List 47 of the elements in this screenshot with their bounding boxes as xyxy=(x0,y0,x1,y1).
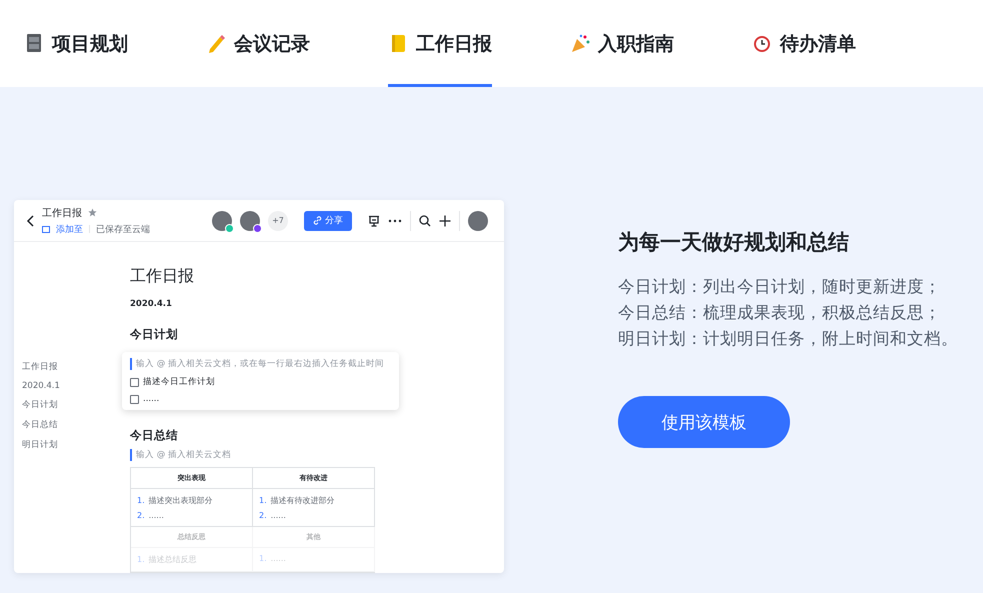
search-icon[interactable] xyxy=(419,214,431,226)
task-checkbox[interactable] xyxy=(130,378,139,386)
avatar[interactable] xyxy=(240,210,260,230)
template-tab[interactable]: 工作日报 xyxy=(388,0,492,87)
template-tab[interactable]: 项目规划 xyxy=(24,0,128,87)
list-item: 2. ...... xyxy=(259,511,286,520)
folder-icon xyxy=(42,226,50,232)
input-field[interactable]: 输入 @ 插入相关云文档 xyxy=(130,449,390,461)
presentation-icon[interactable] xyxy=(368,214,380,226)
template-tab[interactable]: 入职指南 xyxy=(570,0,674,87)
party-icon xyxy=(570,33,590,54)
list-item: 2. ...... xyxy=(137,511,164,520)
list-item: 1. 描述突出表现部分 xyxy=(137,495,213,506)
feature-description: 今日计划：列出今日计划，随时更新进度； xyxy=(618,276,942,298)
task-text: 描述今日工作计划 xyxy=(143,376,215,388)
template-tab[interactable]: 会议记录 xyxy=(206,0,310,87)
more-icon[interactable] xyxy=(388,218,402,222)
user-avatar[interactable] xyxy=(468,210,488,230)
avatar[interactable] xyxy=(212,210,232,230)
link-icon xyxy=(313,216,322,225)
cabinet-icon xyxy=(24,33,44,54)
star-icon[interactable] xyxy=(88,208,97,217)
template-tab[interactable]: 待办清单 xyxy=(752,0,856,87)
document-title: 工作日报 xyxy=(42,206,82,220)
more-collaborators-count[interactable]: +7 xyxy=(268,210,288,230)
share-button[interactable]: 分享 xyxy=(304,210,352,230)
feature-description: 今日总结：梳理成果表现，积极总结反思； xyxy=(618,302,942,324)
feature-title: 为每一天做好规划和总结 xyxy=(618,229,850,256)
clock-icon xyxy=(752,33,772,54)
feature-description: 明日计划：计划明日任务，附上时间和文档。 xyxy=(618,328,958,350)
document-heading: 工作日报 xyxy=(130,266,195,287)
use-template-button[interactable]: 使用该模板 xyxy=(618,396,790,448)
section-heading: 今日总结 xyxy=(130,428,179,443)
add-to-link[interactable]: 添加至 xyxy=(56,222,83,236)
back-icon[interactable] xyxy=(26,214,34,226)
task-checkbox[interactable] xyxy=(130,394,139,404)
plus-icon[interactable] xyxy=(439,214,451,226)
outline-item[interactable]: 今日总结 xyxy=(22,419,130,431)
save-status: 已保存至云端 xyxy=(96,224,150,236)
outline-item[interactable]: 明日计划 xyxy=(22,439,130,451)
task-text: ...... xyxy=(143,394,160,404)
list-item: 1. 描述有待改进部分 xyxy=(259,495,335,506)
document-date: 2020.4.1 xyxy=(130,299,173,309)
list-item: 1. ...... xyxy=(259,554,286,563)
pencil-icon xyxy=(206,33,226,54)
section-heading: 今日计划 xyxy=(130,327,179,342)
input-field[interactable]: 输入 @ 插入相关云文档，或在每一行最右边插入任务截止时间 xyxy=(130,358,391,370)
